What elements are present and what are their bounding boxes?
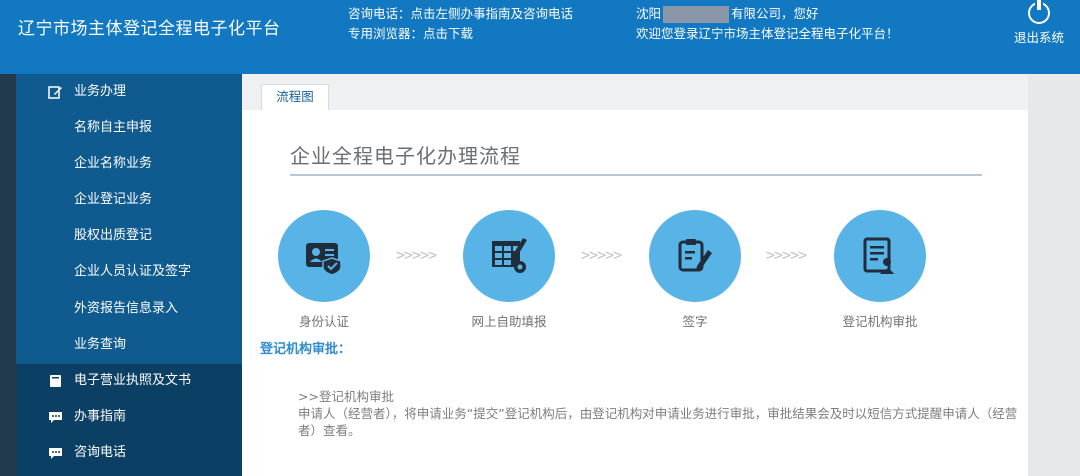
hotline-link[interactable]: 咨询电话：点击左侧办事指南及咨询电话 (348, 4, 573, 24)
step-identity (278, 210, 370, 302)
id-card-icon (306, 243, 342, 276)
flow-arrow: >>>>> (766, 246, 807, 264)
sidebar-item-phone[interactable]: 咨询电话 (16, 438, 242, 468)
sidebar-item-foreign-report[interactable]: 外资报告信息录入 (16, 294, 242, 324)
flow-arrow: >>>>> (581, 246, 622, 264)
welcome-area: 沈阳 有限公司，您好 欢迎您登录辽宁市场主体登记全程电子化平台！ (636, 4, 899, 44)
description-text: 申请人（经营者），将申请业务“提交”登记机构后，由登记机构对申请业务进行审批，审… (298, 406, 1018, 438)
sidebar-item-label: 企业名称业务 (74, 156, 153, 171)
title-divider (290, 174, 982, 176)
logout-button[interactable]: 退出系统 (1006, 0, 1072, 46)
sidebar-item-enterprise-registration[interactable]: 企业登记业务 (16, 185, 242, 215)
flow-title: 企业全程电子化办理流程 (290, 144, 521, 168)
top-header: 辽宁市场主体登记全程电子化平台 咨询电话：点击左侧办事指南及咨询电话 专用浏览器… (0, 0, 1080, 74)
greeting: 沈阳 有限公司，您好 (636, 4, 899, 24)
welcome-text: 欢迎您登录辽宁市场主体登记全程电子化平台！ (636, 26, 899, 41)
greeting-prefix: 沈阳 (636, 6, 662, 21)
description-subheading: >>登记机构审批 (298, 389, 394, 404)
sidebar-item-e-license[interactable]: 电子营业执照及文书 (16, 366, 242, 396)
power-icon (1028, 0, 1050, 24)
step-label-online-fill: 网上自助填报 (471, 314, 547, 329)
sidebar-item-label: 业务查询 (74, 337, 127, 352)
sidebar-strip (0, 74, 16, 476)
chat-icon (49, 448, 62, 459)
tab-flowchart[interactable]: 流程图 (261, 84, 329, 110)
chat-icon (49, 412, 62, 423)
step-label-approval: 登记机构审批 (842, 314, 918, 329)
sidebar-item-label: 股权出质登记 (74, 228, 153, 243)
sidebar-item-personnel-auth[interactable]: 企业人员认证及签字 (16, 257, 242, 287)
sidebar-item-label: 企业登记业务 (74, 192, 153, 207)
sidebar-item-guide[interactable]: 办事指南 (16, 402, 242, 432)
sidebar-item-business-query[interactable]: 业务查询 (16, 330, 242, 360)
logout-label: 退出系统 (1013, 30, 1064, 45)
sidebar-item-equity-pledge[interactable]: 股权出质登记 (16, 221, 242, 251)
sidebar-item-business[interactable]: 业务办理 (16, 77, 242, 107)
sign-icon (678, 239, 712, 272)
document-approval-icon (863, 237, 894, 274)
step-approval (834, 210, 926, 302)
step-label-identity: 身份认证 (298, 314, 349, 329)
sidebar-item-label: 办事指南 (74, 409, 127, 424)
tab-bar: 流程图 (242, 74, 1028, 110)
header-info: 咨询电话：点击左侧办事指南及咨询电话 专用浏览器：点击下载 (348, 4, 573, 44)
book-icon (50, 375, 61, 387)
edit-icon (48, 86, 62, 99)
sidebar-item-label: 咨询电话 (74, 445, 127, 460)
flow-content: 企业全程电子化办理流程 身份认证 >>>>> 网上自助填报 >>>>> 签字 >… (242, 110, 1028, 476)
greeting-suffix: 有限公司，您好 (731, 6, 819, 21)
sidebar-item-name-declaration[interactable]: 名称自主申报 (16, 113, 242, 143)
sidebar-item-label: 企业人员认证及签字 (74, 264, 192, 279)
flow-arrow: >>>>> (396, 246, 437, 264)
step-description: >>登记机构审批 申请人（经营者），将申请业务“提交”登记机构后，由登记机构对申… (298, 388, 1018, 439)
platform-title: 辽宁市场主体登记全程电子化平台 (18, 19, 281, 39)
right-gutter (1028, 74, 1080, 476)
step-label-sign: 签字 (682, 314, 708, 329)
redacted-company-name (663, 6, 730, 23)
sidebar-item-label: 业务办理 (74, 84, 127, 99)
step-online-fill (463, 210, 555, 302)
browser-download-link[interactable]: 专用浏览器：点击下载 (348, 24, 573, 44)
form-edit-icon (492, 238, 527, 273)
main-panel: 流程图 企业全程电子化办理流程 身份认证 >>>>> 网上自助填报 >>>>> … (242, 74, 1028, 476)
step-sign (649, 210, 741, 302)
sidebar-item-label: 名称自主申报 (74, 120, 153, 135)
sidebar-item-label: 电子营业执照及文书 (74, 373, 192, 388)
section-heading: 登记机构审批： (260, 342, 352, 357)
sidebar-item-enterprise-name[interactable]: 企业名称业务 (16, 149, 242, 179)
sidebar-item-label: 外资报告信息录入 (74, 301, 179, 316)
